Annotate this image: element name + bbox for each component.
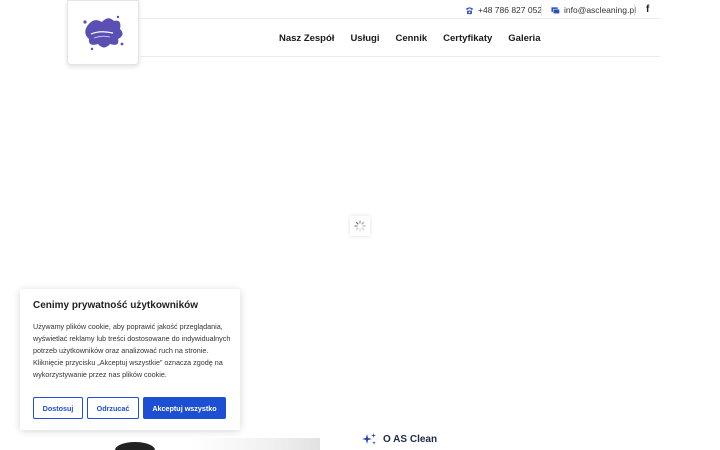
cookie-buttons: Dostosuj Odrzucać Akceptuj wszystko	[33, 397, 226, 419]
reject-button[interactable]: Odrzucać	[87, 397, 139, 419]
nav-item-pricing[interactable]: Cennik	[395, 33, 427, 44]
about-title: O AS Clean	[383, 433, 438, 445]
site-logo[interactable]	[67, 0, 139, 65]
phone-number: +48 786 827 052	[478, 5, 543, 15]
nav-item-services[interactable]: Usługi	[350, 33, 379, 44]
topbar-divider	[541, 4, 542, 16]
nav-item-team[interactable]: Nasz Zespół	[279, 33, 334, 44]
cookie-text: Używamy plików cookie, aby poprawić jako…	[33, 322, 231, 379]
email-address: info@ascleaning.pl	[564, 5, 636, 15]
logo-splash-icon	[83, 15, 124, 50]
sparkle-icon	[362, 433, 376, 445]
topbar-divider	[634, 4, 635, 16]
facebook-link[interactable]: f	[646, 4, 649, 15]
customize-button[interactable]: Dostosuj	[33, 397, 83, 419]
nav-item-gallery[interactable]: Galeria	[508, 33, 540, 44]
cookie-consent-banner: Cenimy prywatność użytkowników Używamy p…	[20, 289, 240, 430]
nav-item-certificates[interactable]: Certyfikaty	[443, 33, 492, 44]
phone-icon	[465, 6, 474, 14]
email-contact[interactable]: info@ascleaning.pl	[551, 5, 636, 15]
hero-photo	[115, 438, 320, 450]
loading-spinner	[350, 216, 370, 236]
main-nav: Nasz Zespół Usługi Cennik Certyfikaty Ga…	[279, 33, 540, 44]
email-icon	[551, 6, 560, 14]
spinner-icon	[354, 220, 366, 232]
header-divider	[140, 56, 660, 57]
about-heading: O AS Clean	[361, 432, 437, 446]
topbar-divider-line	[140, 18, 660, 19]
accept-all-button[interactable]: Akceptuj wszystko	[143, 397, 226, 419]
cookie-title: Cenimy prywatność użytkowników	[33, 300, 199, 311]
facebook-icon: f	[646, 4, 650, 15]
phone-contact[interactable]: +48 786 827 052	[465, 5, 542, 15]
